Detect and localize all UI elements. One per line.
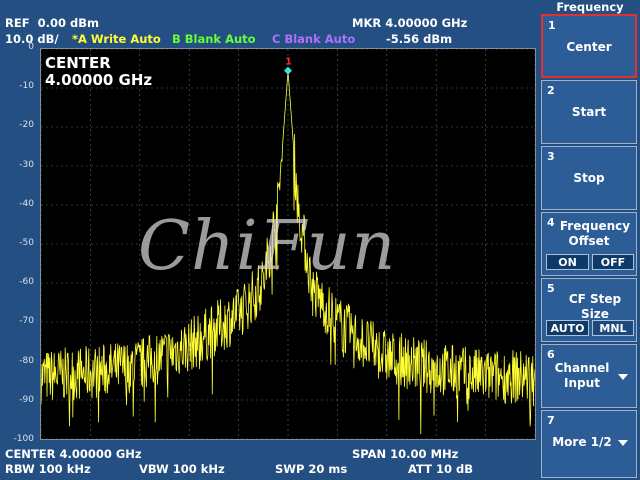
y-tick-label: -90 (19, 394, 34, 405)
marker-readout-level: -5.56 dBm (386, 32, 453, 46)
frequency-offset-off-option[interactable]: OFF (592, 254, 634, 270)
footer-attenuation: ATT 10 dB (408, 462, 473, 476)
y-tick-label: -70 (19, 316, 34, 327)
trace-b-label: B Blank Auto (172, 32, 256, 46)
softkey-number: 6 (547, 348, 555, 361)
marker-diamond-icon (284, 66, 292, 75)
marker-readout-freq: MKR 4.00000 GHz (352, 16, 468, 30)
chevron-down-icon (618, 374, 628, 380)
softkey-label: CF Step Size (568, 292, 622, 321)
marker-number-label: 1 (285, 57, 292, 68)
softkey-start[interactable]: 2 Start (541, 80, 637, 144)
softkey-label: Center (566, 40, 612, 54)
y-tick-label: -60 (19, 277, 34, 288)
watermark: ChiFun (138, 207, 397, 286)
softkey-number: 2 (547, 84, 555, 97)
footer-center: CENTER 4.00000 GHz (5, 447, 142, 461)
ref-label: REF 0.00 dBm (5, 16, 99, 30)
softkey-more[interactable]: 7 More 1/2 (541, 410, 637, 478)
softkey-frequency-offset[interactable]: 4 Frequency Offset ON OFF (541, 212, 637, 276)
chevron-down-icon (618, 440, 628, 446)
trace-c-label: C Blank Auto (272, 32, 356, 46)
frequency-offset-on-option[interactable]: ON (546, 254, 589, 270)
softkey-number: 7 (547, 414, 555, 427)
softkey-number: 1 (548, 19, 556, 32)
footer-rbw: RBW 100 kHz (5, 462, 91, 476)
softkey-label: Offset (568, 234, 610, 248)
softkey-label: Frequency (559, 219, 631, 233)
y-tick-label: -20 (19, 120, 34, 131)
center-overlay-label: CENTER (45, 54, 111, 72)
y-tick-label: -80 (19, 355, 34, 366)
cf-step-mnl-option[interactable]: MNL (592, 320, 634, 336)
softkey-label: Start (571, 105, 607, 119)
softkey-center[interactable]: 1 Center (541, 14, 637, 78)
trace-a-label: *A Write Auto (72, 32, 161, 46)
y-tick-label: -30 (19, 159, 34, 170)
center-frequency-overlay: CENTER 4.00000 GHz (45, 55, 152, 89)
softkey-menu-title: Frequency (540, 0, 640, 14)
footer-sweep: SWP 20 ms (275, 462, 348, 476)
softkey-cf-step-size[interactable]: 5 CF Step Size AUTO MNL (541, 278, 637, 342)
softkey-label: Stop (573, 171, 605, 185)
footer-span: SPAN 10.00 MHz (352, 447, 459, 461)
footer-vbw: VBW 100 kHz (139, 462, 225, 476)
softkey-number: 3 (547, 150, 555, 163)
y-tick-label: -40 (19, 198, 34, 209)
y-tick-label: -50 (19, 238, 34, 248)
cf-step-auto-option[interactable]: AUTO (546, 320, 589, 336)
softkey-channel-input[interactable]: 6 Channel Input (541, 344, 637, 408)
y-tick-label: 0 (28, 42, 34, 52)
softkey-stop[interactable]: 3 Stop (541, 146, 637, 210)
y-tick-label: -100 (13, 434, 34, 444)
center-overlay-value: 4.00000 GHz (45, 71, 153, 89)
y-tick-label: -10 (19, 81, 34, 92)
